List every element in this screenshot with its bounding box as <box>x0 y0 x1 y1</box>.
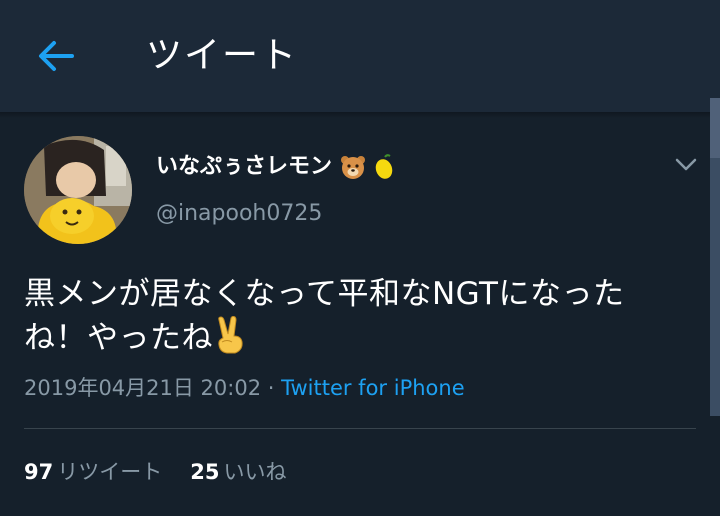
chevron-down-icon[interactable] <box>674 154 698 176</box>
avatar[interactable] <box>24 136 132 244</box>
user-handle[interactable]: @inapooh0725 <box>156 198 322 230</box>
tweet-stats: 97 リツイート 25 いいね <box>24 456 286 488</box>
divider <box>24 428 696 429</box>
victory-hand-icon <box>218 316 243 354</box>
avatar-image <box>24 136 132 244</box>
tweet-meta: 2019年04月21日 20:02 · Twitter for iPhone <box>24 372 465 404</box>
likes-stat[interactable]: 25 いいね <box>190 460 286 484</box>
tweet-text: 黒メンが居なくなって平和なNGTになった ね！やったね <box>24 272 694 360</box>
likes-label: いいね <box>223 460 287 484</box>
source-link[interactable]: Twitter for iPhone <box>281 376 465 400</box>
likes-count: 25 <box>190 460 220 484</box>
display-name-text: いなぷぅさレモン <box>156 154 333 179</box>
retweets-label: リツイート <box>57 460 163 484</box>
tweet-text-line-1: 黒メンが居なくなって平和なNGTになった <box>24 276 625 312</box>
retweets-stat[interactable]: 97 リツイート <box>24 460 162 484</box>
display-name[interactable]: いなぷぅさレモン <box>156 150 395 184</box>
app-header: ツイート <box>0 0 720 112</box>
timestamp: 2019年04月21日 20:02 <box>24 376 262 400</box>
header-shadow <box>0 112 720 118</box>
tweet-text-line-2-text: ね！やったね <box>24 320 213 356</box>
page-title: ツイート <box>146 35 299 76</box>
tweet-text-line-2: ね！やったね <box>24 316 694 360</box>
back-arrow-icon[interactable] <box>36 36 76 76</box>
meta-separator: · <box>261 376 282 400</box>
retweets-count: 97 <box>24 460 54 484</box>
lemon-icon <box>376 154 393 179</box>
scrollbar-thumb[interactable] <box>710 98 720 158</box>
bear-face-icon <box>340 156 365 179</box>
